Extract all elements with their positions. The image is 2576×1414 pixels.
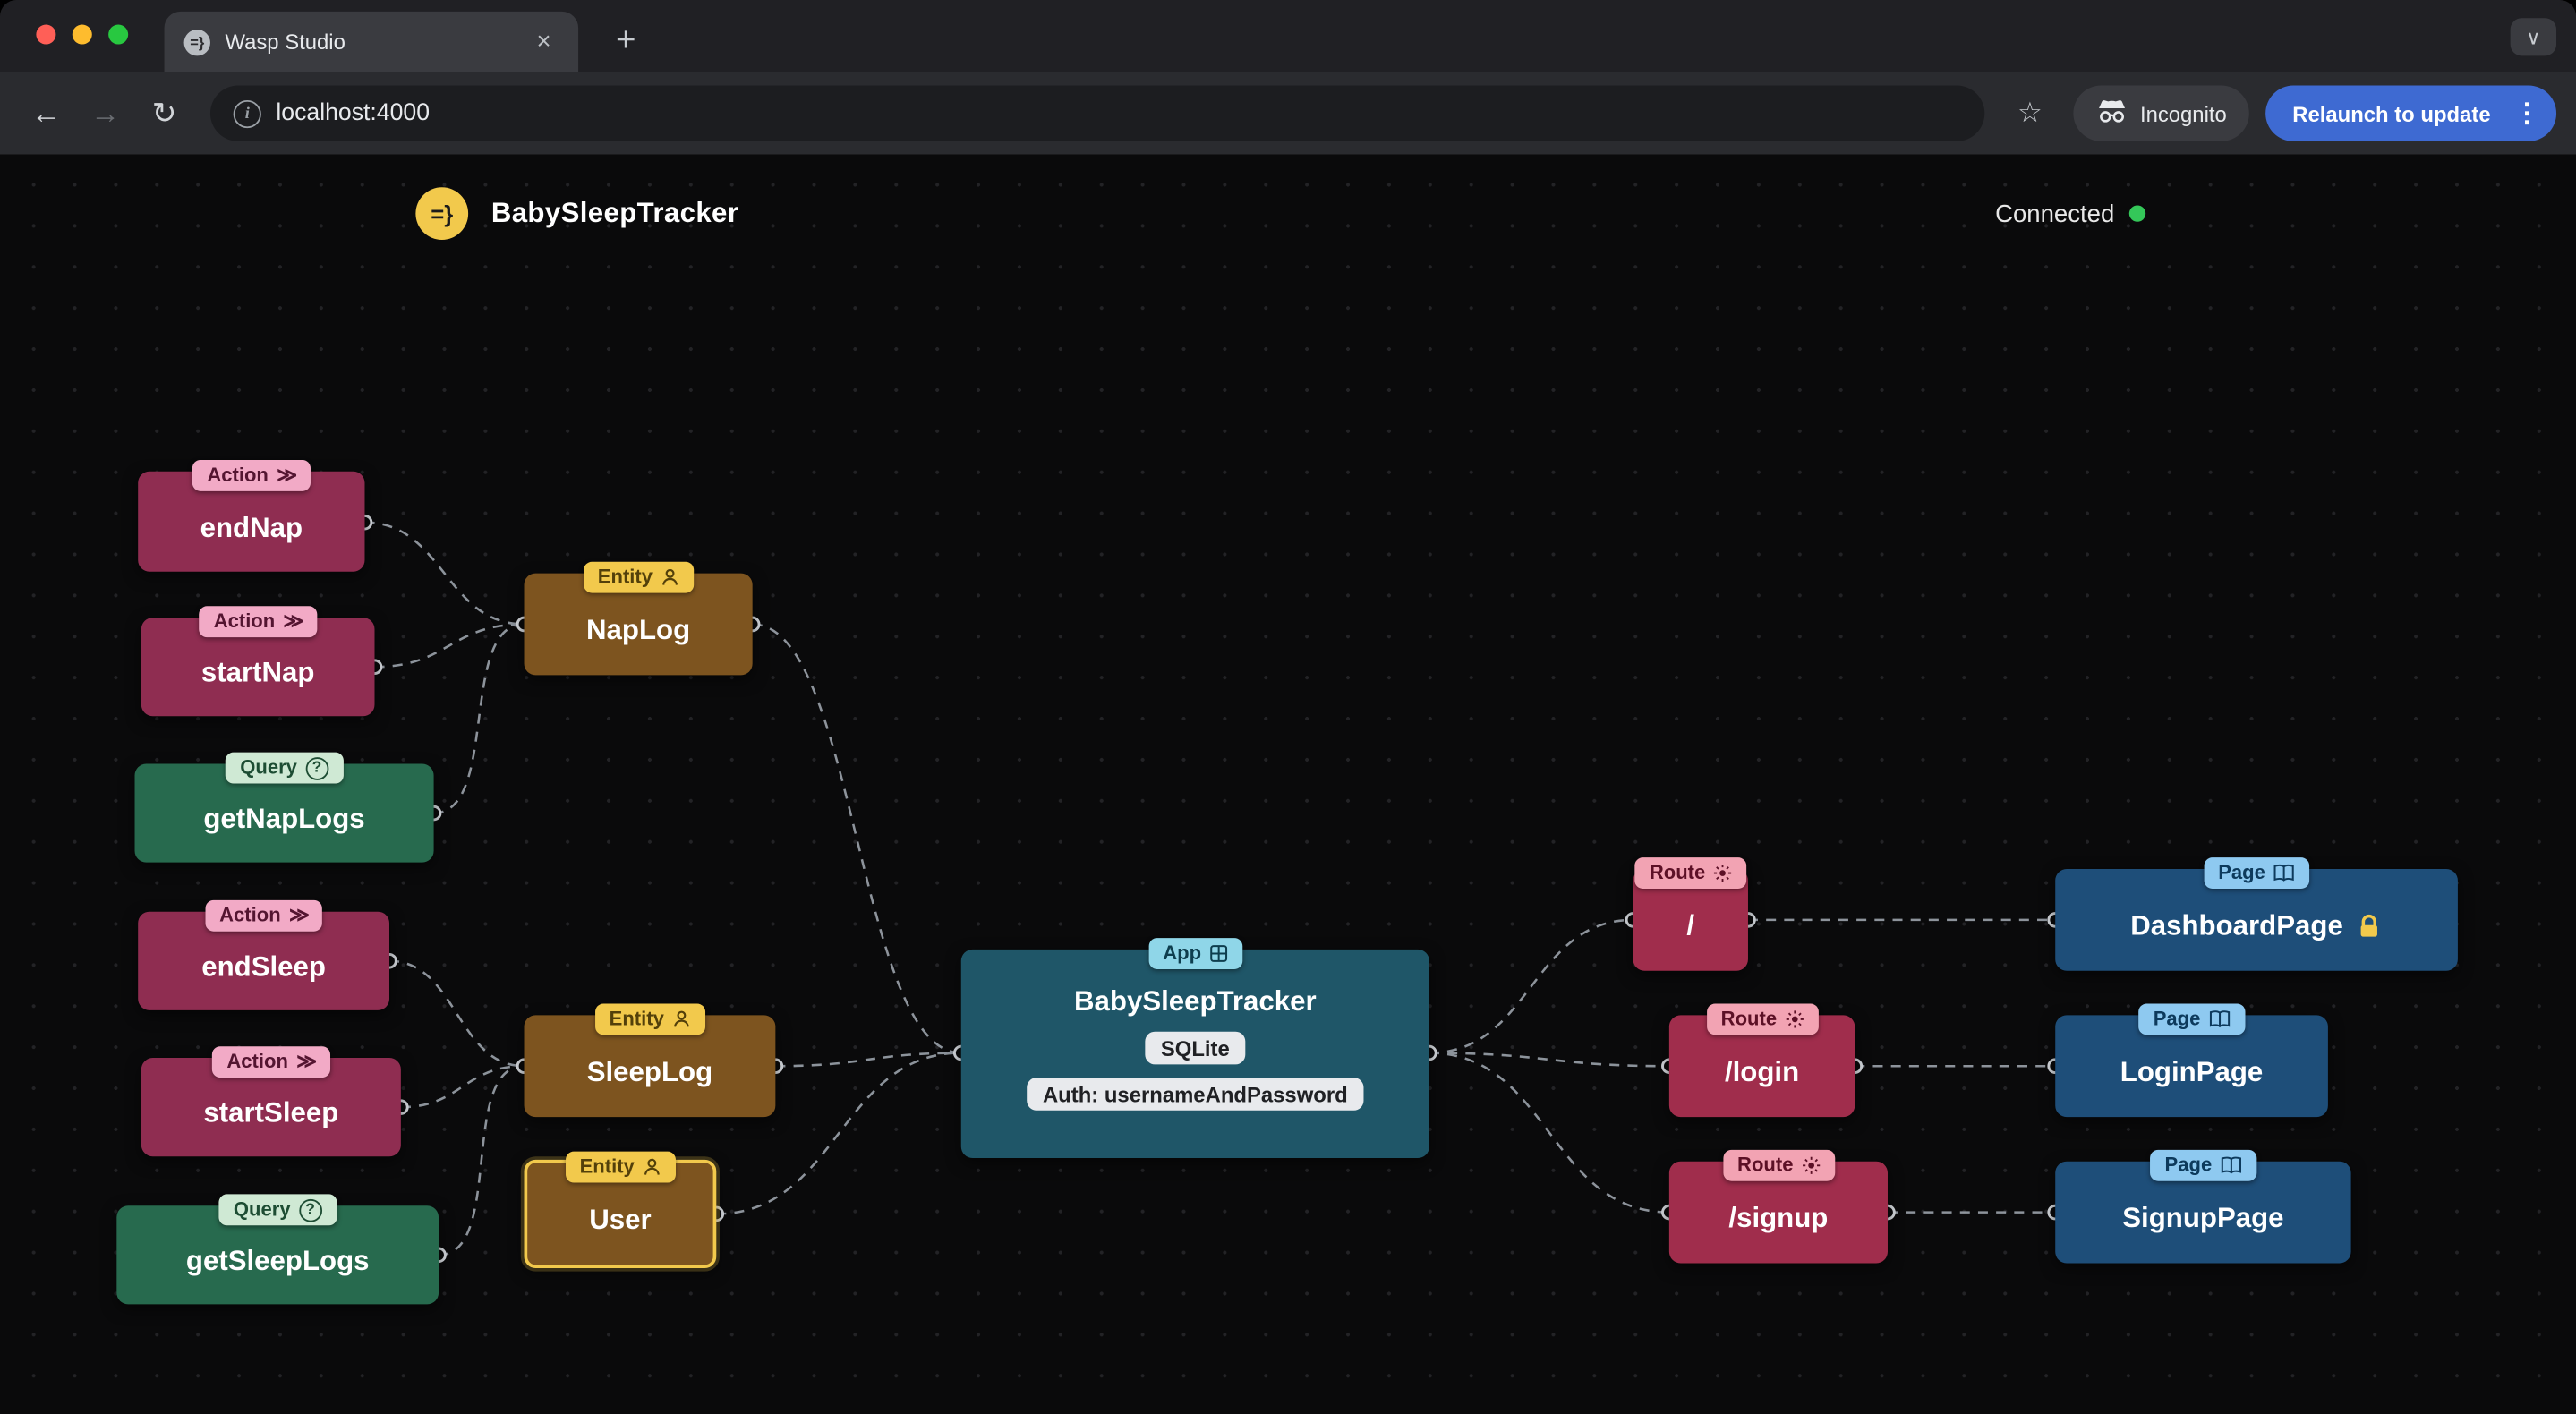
- node-title: endSleep: [201, 950, 326, 983]
- page-node-dashboard[interactable]: Page DashboardPage: [2055, 857, 2458, 971]
- action-icon: ≫: [288, 903, 310, 927]
- node-title: SleepLog: [586, 1056, 713, 1088]
- action-icon: ≫: [283, 609, 303, 633]
- node-title: SignupPage: [2122, 1202, 2284, 1234]
- tab-favicon-icon: =}: [183, 29, 210, 55]
- page-badge: Page: [2138, 1003, 2245, 1035]
- tab-search-button[interactable]: ∨: [2510, 18, 2557, 56]
- site-info-icon[interactable]: i: [233, 99, 261, 128]
- action-badge: Action ≫: [204, 899, 323, 932]
- node-title: NapLog: [586, 614, 691, 646]
- relaunch-label: Relaunch to update: [2292, 100, 2491, 126]
- route-node-root[interactable]: Route /: [1633, 857, 1748, 971]
- action-icon: ≫: [296, 1049, 317, 1073]
- query-node-getsleeplogs[interactable]: Query? getSleepLogs: [116, 1194, 439, 1305]
- browser-tab[interactable]: =} Wasp Studio ×: [164, 11, 579, 72]
- node-title: /signup: [1728, 1202, 1829, 1234]
- window-controls: [36, 24, 129, 45]
- node-title: startSleep: [203, 1097, 339, 1129]
- address-bar[interactable]: i localhost:4000: [209, 85, 1984, 141]
- incognito-icon: [2095, 98, 2127, 128]
- query-icon: ?: [305, 756, 328, 779]
- connection-status: Connected: [1995, 187, 2146, 240]
- page-badge: Page: [2150, 1149, 2256, 1181]
- node-title: startNap: [200, 657, 315, 689]
- node-title: /: [1686, 909, 1695, 941]
- action-node-startsleep[interactable]: Action ≫ startSleep: [141, 1046, 401, 1157]
- browser-toolbar: ← → ↻ i localhost:4000 ☆ Incognito Relau…: [0, 72, 2576, 155]
- action-icon: ≫: [277, 463, 297, 487]
- node-title: /login: [1724, 1056, 1800, 1088]
- browser-menu-icon[interactable]: ⋮: [2507, 97, 2546, 130]
- route-badge: Route: [1706, 1003, 1818, 1035]
- wasp-logo-icon: =}: [415, 187, 469, 240]
- minimize-window-button[interactable]: [72, 24, 92, 45]
- node-title: DashboardPage: [2130, 909, 2343, 941]
- book-icon: [2220, 1156, 2241, 1174]
- back-icon[interactable]: ←: [20, 87, 73, 140]
- browser-window: =} Wasp Studio × + ∨ ← → ↻ i localhost:4…: [0, 0, 2576, 1414]
- close-window-button[interactable]: [36, 24, 56, 45]
- page-node-signup[interactable]: Page SignupPage: [2055, 1149, 2351, 1264]
- entity-node-sleeplog[interactable]: Entity SleepLog: [524, 1003, 776, 1118]
- person-icon: [661, 568, 678, 586]
- action-badge: Action ≫: [211, 1046, 330, 1078]
- fullscreen-window-button[interactable]: [108, 24, 129, 45]
- node-title: User: [589, 1204, 652, 1236]
- person-icon: [672, 1010, 690, 1028]
- connection-status-label: Connected: [1995, 200, 2115, 228]
- entity-badge: Entity: [594, 1003, 705, 1035]
- action-node-endsleep[interactable]: Action ≫ endSleep: [138, 899, 390, 1010]
- sun-icon: [1713, 864, 1732, 882]
- url-text: localhost:4000: [276, 99, 431, 127]
- action-node-startnap[interactable]: Action ≫ startNap: [141, 606, 375, 717]
- auth-chip: Auth: usernameAndPassword: [1026, 1078, 1365, 1111]
- route-node-login[interactable]: Route /login: [1668, 1003, 1855, 1118]
- query-icon: ?: [298, 1197, 322, 1222]
- app-badge: App: [1147, 938, 1242, 969]
- incognito-label: Incognito: [2139, 100, 2227, 126]
- node-title: BabySleepTracker: [1074, 985, 1317, 1018]
- node-title: getSleepLogs: [185, 1245, 370, 1277]
- route-badge: Route: [1722, 1149, 1835, 1181]
- route-node-signup[interactable]: Route /signup: [1668, 1149, 1888, 1264]
- query-badge: Query?: [225, 752, 344, 784]
- tab-title: Wasp Studio: [225, 30, 345, 55]
- tab-close-icon[interactable]: ×: [529, 27, 559, 56]
- app-node-babysleeptracker[interactable]: App BabySleepTracker SQLite Auth: userna…: [960, 938, 1429, 1159]
- action-node-endnap[interactable]: Action ≫ endNap: [138, 459, 365, 572]
- reload-icon[interactable]: ↻: [138, 87, 191, 140]
- sun-icon: [1785, 1010, 1803, 1028]
- page-node-login[interactable]: Page LoginPage: [2055, 1003, 2328, 1118]
- query-badge: Query?: [218, 1194, 337, 1226]
- incognito-badge: Incognito: [2072, 85, 2250, 141]
- node-title: LoginPage: [2120, 1056, 2264, 1088]
- person-icon: [643, 1158, 661, 1176]
- connected-dot-icon: [2128, 205, 2146, 222]
- action-badge: Action ≫: [192, 459, 311, 491]
- lock-icon: [2357, 914, 2383, 940]
- sun-icon: [1802, 1156, 1820, 1174]
- studio-app-title: BabySleepTracker: [490, 197, 739, 229]
- new-tab-button[interactable]: +: [601, 16, 651, 65]
- forward-icon[interactable]: →: [79, 87, 132, 140]
- studio-header: =} BabySleepTracker: [415, 187, 738, 240]
- grid-icon: [1209, 944, 1227, 962]
- database-chip: SQLite: [1144, 1031, 1247, 1065]
- entity-node-naplog[interactable]: Entity NapLog: [524, 561, 753, 676]
- entity-badge: Entity: [583, 561, 694, 593]
- book-icon: [2273, 864, 2295, 882]
- bookmark-icon[interactable]: ☆: [2004, 87, 2057, 140]
- action-badge: Action ≫: [199, 606, 318, 638]
- tab-strip: =} Wasp Studio × + ∨: [0, 0, 2576, 72]
- entity-badge: Entity: [565, 1151, 676, 1183]
- book-icon: [2209, 1010, 2231, 1028]
- query-node-getnaplogs[interactable]: Query? getNapLogs: [134, 752, 434, 863]
- route-badge: Route: [1634, 857, 1747, 890]
- entity-node-user[interactable]: Entity User: [524, 1151, 717, 1269]
- node-title: getNapLogs: [203, 803, 365, 835]
- relaunch-button[interactable]: Relaunch to update ⋮: [2265, 85, 2557, 141]
- page-badge: Page: [2203, 857, 2310, 890]
- node-title: endNap: [200, 511, 303, 543]
